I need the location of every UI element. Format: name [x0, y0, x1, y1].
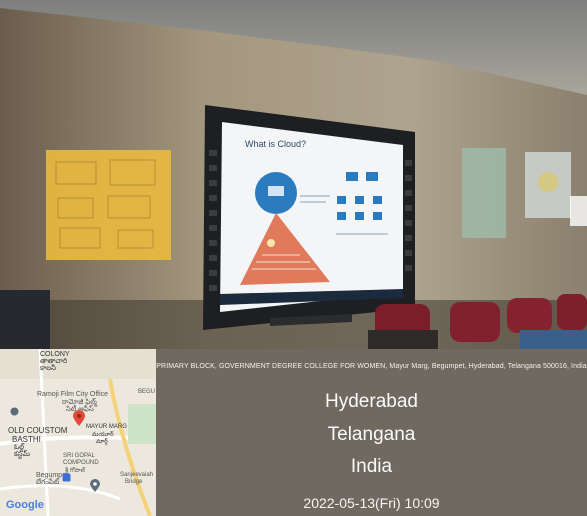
slide-title: What is Cloud?: [245, 139, 306, 149]
train-station-icon: [62, 473, 71, 482]
map-label-gopal: SRI GOPAL: [63, 453, 95, 459]
map-label-film-city: Ramoji Film City Office: [37, 391, 109, 398]
timestamp-text: 2022-05-13(Fri) 10:09: [303, 495, 440, 511]
map-label-old-custom: OLD COUSTOM: [8, 426, 68, 435]
yellow-chart-paper: [46, 150, 171, 260]
map-label-gopal2: COMPOUND: [63, 460, 99, 466]
google-logo: Google: [6, 499, 44, 511]
place-marker-icon: [10, 407, 19, 416]
location-map[interactable]: COLONY తాతాచారి కాలనీ Ramoji Film City O…: [0, 349, 156, 516]
map-label-mayur: MAYUR MARG: [86, 424, 127, 430]
map-label-colony: COLONY: [40, 351, 70, 358]
place-marker-icon: [90, 479, 100, 492]
state-text: Telangana: [327, 424, 416, 445]
geotag-overlay: PRIMARY BLOCK, GOVERNMENT DEGREE COLLEGE…: [156, 349, 587, 516]
interactive-smart-board: What is Cloud?: [203, 105, 415, 330]
country-text: India: [350, 456, 393, 477]
city-text: Hyderabad: [325, 391, 418, 412]
map-label-basthi-te2: కస్టమ్: [14, 451, 30, 458]
location-pin-icon[interactable]: [73, 410, 85, 426]
map-label-colony-te2: కాలనీ: [40, 365, 56, 372]
wall-poster-green: [462, 148, 506, 238]
map-label-sanjeevaiah2: Bridge: [125, 479, 143, 485]
map-label-basthi: BASTHI: [12, 435, 41, 444]
wall-poster-white: [525, 152, 571, 218]
map-label-begumpet-te: బేగంపేట్: [36, 479, 60, 486]
map-label-sanjeevaiah: Sanjeevaiah: [120, 472, 154, 478]
address-text: PRIMARY BLOCK, GOVERNMENT DEGREE COLLEGE…: [156, 363, 587, 370]
map-label-begu: BEGU: [138, 389, 156, 395]
map-label-mayur-te2: మార్గ్: [96, 439, 108, 445]
